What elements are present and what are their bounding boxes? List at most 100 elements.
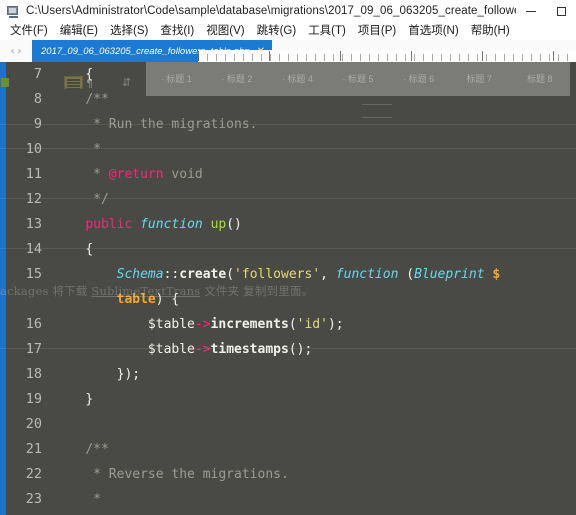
code-line[interactable]: 23 * [6,487,576,512]
code-line[interactable]: 13 public function up() [6,212,576,237]
menu-item-edit[interactable]: 编辑(E) [54,22,104,40]
menu-bar: 文件(F) 编辑(E) 选择(S) 查找(I) 视图(V) 跳转(G) 工具(T… [0,22,576,40]
code-token: , [320,267,336,282]
code-token: table [116,292,156,307]
code-token: /** [85,442,109,457]
line-number: 18 [25,366,42,382]
chevron-right-icon[interactable]: › [18,46,22,57]
minimize-button[interactable] [516,0,546,22]
code-token: () [226,217,242,232]
code-token: * Reverse the migrations. [54,467,289,482]
line-source: * Run the migrations. [54,112,576,137]
line-number: 21 [25,441,42,457]
maximize-button[interactable] [546,0,576,22]
line-source: /** [54,437,576,462]
code-line[interactable]: 10 * [6,137,576,162]
tab-bar: ‹ › 2017_09_06_063205_create_followers_t… [0,40,576,63]
code-line[interactable]: 8 /** [6,87,576,112]
code-token: ( [288,317,297,332]
code-token: ); [327,317,344,332]
code-line[interactable]: 9 * Run the migrations. [6,112,576,137]
code-token: * [54,167,109,182]
line-number: 7 [33,66,42,82]
code-line[interactable]: 17 $table->timestamps(); [6,337,576,362]
sublime-text-window: C:\Users\Administrator\Code\sample\datab… [0,0,576,515]
tab-nav-arrows: ‹ › [0,40,32,62]
code-token: ) { [155,292,180,307]
code-token: $table [147,342,195,357]
line-number: 16 [25,316,42,332]
code-token: @return [108,167,164,182]
code-token: timestamps [210,342,289,357]
code-line[interactable]: 20 [6,412,576,437]
menu-item-help[interactable]: 帮助(H) [465,22,516,40]
code-token: void [163,167,203,182]
code-token: public [85,217,133,232]
line-number: 23 [25,491,42,507]
line-source: $table->timestamps(); [54,337,576,362]
code-line[interactable]: 7 { [6,62,576,87]
code-content[interactable]: 7 {8 /** 9 * Run the migrations. 10 * 11 * … [6,62,576,515]
line-source: * [54,487,576,512]
code-token: { [85,67,94,82]
chevron-left-icon[interactable]: ‹ [11,46,15,57]
window-title: C:\Users\Administrator\Code\sample\datab… [26,5,516,17]
menu-item-preferences[interactable]: 首选项(N) [402,22,464,40]
code-line[interactable]: 11 * @return void [6,162,576,187]
code-line[interactable]: 15 Schema::create('followers', function … [6,262,576,287]
line-source: * Reverse the migrations. [54,462,576,487]
menu-item-view[interactable]: 视图(V) [200,22,250,40]
code-line[interactable]: 12 */ [6,187,576,212]
menu-item-selection[interactable]: 选择(S) [104,22,154,40]
line-source: public function up() [54,212,576,237]
line-number: 20 [25,416,42,432]
line-source: /** [54,87,576,112]
line-source: table) { [54,287,576,312]
window-controls [516,0,576,22]
line-number: 11 [25,166,42,182]
line-source: * [54,137,576,162]
code-line[interactable]: 21 /** [6,437,576,462]
line-source: } [54,387,576,412]
code-token: Blueprint [414,267,485,282]
code-token: $table [147,317,195,332]
code-line[interactable]: 16 $table->increments('id'); [6,312,576,337]
tab-create-followers-table[interactable]: 2017_09_06_063205_create_followers_table… [32,40,273,62]
line-source: Schema::create('followers', function (Bl… [54,262,576,287]
code-line[interactable]: table) { [6,287,576,312]
code-token: Schema [116,267,164,282]
close-icon[interactable]: ✕ [257,46,265,57]
line-source: */ [54,187,576,212]
menu-item-tools[interactable]: 工具(T) [302,22,352,40]
menu-item-find[interactable]: 查找(I) [154,22,200,40]
code-token: :: [163,267,180,282]
line-number: 12 [25,191,42,207]
code-token: (); [288,342,313,357]
app-icon [7,5,20,18]
code-line[interactable]: 22 * Reverse the migrations. [6,462,576,487]
code-line[interactable]: 19 } [6,387,576,412]
code-line[interactable]: 18 }); [6,362,576,387]
code-token: }); [116,367,141,382]
line-source: * @return void [54,162,576,187]
code-token: ( [398,267,415,282]
code-token: function [335,267,399,282]
code-token: -> [194,317,211,332]
line-number: 9 [33,116,42,132]
menu-item-project[interactable]: 项目(P) [352,22,402,40]
code-editor[interactable]: 7 {8 /** 9 * Run the migrations. 10 * 11 * … [0,62,576,515]
title-bar: C:\Users\Administrator\Code\sample\datab… [0,0,576,23]
code-token: * Run the migrations. [54,117,258,132]
code-token: 'id' [296,317,328,332]
line-number: 15 [25,266,42,282]
line-number: 19 [25,391,42,407]
tab-label: 2017_09_06_063205_create_followers_table… [41,45,250,57]
code-line[interactable]: 14 { [6,237,576,262]
menu-item-goto[interactable]: 跳转(G) [251,22,303,40]
menu-item-file[interactable]: 文件(F) [4,22,54,40]
